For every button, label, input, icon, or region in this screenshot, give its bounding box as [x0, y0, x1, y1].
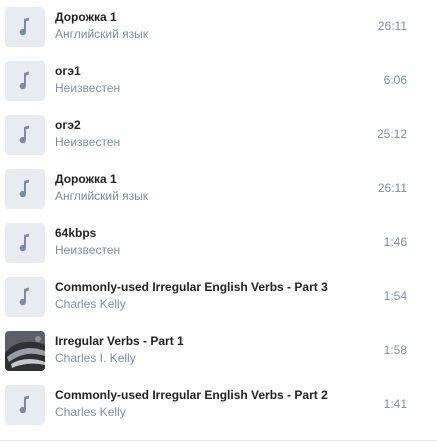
track-row[interactable]: огэ2 Неизвестен 25:12 [0, 108, 437, 162]
track-duration: 26:11 [377, 19, 407, 33]
track-cover[interactable] [5, 169, 45, 209]
track-duration: 1:54 [383, 289, 407, 303]
track-row[interactable]: Дорожка 1 Английский язык 26:11 [0, 162, 437, 216]
track-row[interactable]: Commonly-used Irregular English Verbs - … [0, 378, 437, 432]
track-title: Дорожка 1 [55, 10, 117, 24]
track-artist[interactable]: Неизвестен [55, 243, 120, 258]
track-duration: 6:06 [383, 73, 407, 87]
track-artist[interactable]: Charles I. Kelly [55, 351, 136, 366]
track-title: огэ2 [55, 118, 81, 132]
list-divider [0, 440, 437, 441]
track-artist[interactable]: Английский язык [55, 189, 148, 204]
music-note-icon [19, 17, 29, 36]
track-title: Commonly-used Irregular English Verbs - … [55, 280, 328, 294]
music-note-icon [19, 233, 29, 252]
track-duration: 1:41 [383, 397, 407, 411]
track-title: Irregular Verbs - Part 1 [55, 334, 184, 348]
track-cover[interactable] [5, 331, 45, 371]
track-duration: 25:12 [376, 127, 407, 141]
music-note-icon [19, 125, 29, 144]
track-row[interactable]: огэ1 Неизвестен 6:06 [0, 54, 437, 108]
track-row[interactable]: 64kbps Неизвестен 1:46 [0, 216, 437, 270]
track-duration: 1:58 [383, 343, 407, 357]
track-artist[interactable]: Неизвестен [55, 135, 120, 150]
track-list: Дорожка 1 Английский язык 26:11 огэ1 Неи… [0, 0, 437, 432]
track-title: 64kbps [55, 226, 97, 240]
track-title: огэ1 [55, 64, 81, 78]
track-title: Commonly-used Irregular English Verbs - … [55, 388, 328, 402]
album-art [5, 331, 45, 371]
track-cover[interactable] [5, 385, 45, 425]
track-row[interactable]: Irregular Verbs - Part 1 Charles I. Kell… [0, 324, 437, 378]
track-row[interactable]: Дорожка 1 Английский язык 26:11 [0, 0, 437, 54]
track-row[interactable]: Commonly-used Irregular English Verbs - … [0, 270, 437, 324]
track-duration: 26:11 [377, 181, 407, 195]
track-cover[interactable] [5, 115, 45, 155]
track-duration: 1:46 [383, 235, 407, 249]
music-note-icon [19, 71, 29, 90]
track-cover[interactable] [5, 277, 45, 317]
track-artist[interactable]: Английский язык [55, 27, 148, 42]
music-note-icon [19, 287, 29, 306]
music-note-icon [19, 179, 29, 198]
track-artist[interactable]: Неизвестен [55, 81, 120, 96]
track-cover[interactable] [5, 7, 45, 47]
track-title: Дорожка 1 [55, 172, 117, 186]
track-artist[interactable]: Charles Kelly [55, 405, 126, 420]
track-artist[interactable]: Charles Kelly [55, 297, 126, 312]
track-cover[interactable] [5, 223, 45, 263]
music-note-icon [19, 395, 29, 414]
track-cover[interactable] [5, 61, 45, 101]
